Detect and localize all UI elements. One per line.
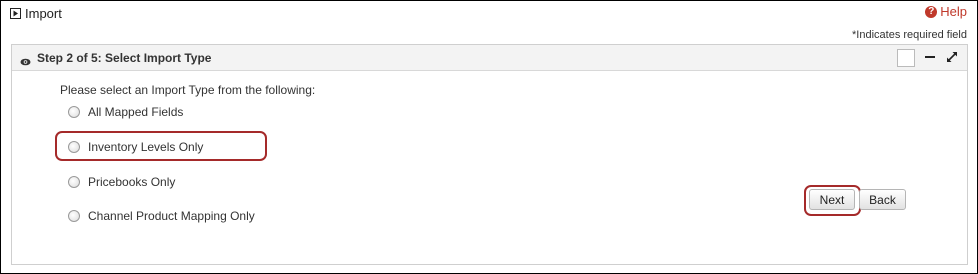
import-window: Import ? Help *Indicates required field … [0, 0, 978, 274]
option-label: Inventory Levels Only [88, 140, 204, 154]
radio-button[interactable] [68, 210, 80, 222]
required-field-note: *Indicates required field [852, 29, 967, 41]
option-channel-product-mapping-only[interactable]: Channel Product Mapping Only [68, 209, 255, 223]
question-circle-icon: ? [925, 5, 938, 18]
radio-button[interactable] [68, 141, 80, 153]
radio-button[interactable] [68, 106, 80, 118]
option-all-mapped-fields[interactable]: All Mapped Fields [68, 105, 183, 119]
next-button[interactable]: Next [809, 189, 855, 210]
panel-body: Please select an Import Type from the fo… [12, 71, 967, 264]
import-type-prompt: Please select an Import Type from the fo… [60, 83, 316, 97]
title-bar: Import ? Help [1, 1, 977, 27]
back-button[interactable]: Back [859, 189, 906, 210]
radio-button[interactable] [68, 176, 80, 188]
window-title: Import [25, 6, 62, 21]
option-label: Channel Product Mapping Only [88, 209, 255, 223]
option-inventory-levels-only[interactable]: Inventory Levels Only [68, 140, 203, 154]
option-label: Pricebooks Only [88, 175, 176, 189]
eye-icon[interactable] [20, 53, 31, 71]
option-label: All Mapped Fields [88, 105, 184, 119]
help-link[interactable]: ? Help [925, 4, 967, 19]
panel-option-box[interactable] [897, 49, 915, 67]
panel-header: Step 2 of 5: Select Import Type [12, 45, 967, 71]
option-pricebooks-only[interactable]: Pricebooks Only [68, 175, 175, 189]
help-label: Help [940, 4, 967, 19]
expand-arrows-icon[interactable] [943, 48, 961, 66]
step-panel: Step 2 of 5: Select Import Type Please s… [11, 44, 968, 265]
play-square-icon [10, 8, 21, 19]
minus-icon[interactable] [921, 48, 939, 66]
panel-title: Step 2 of 5: Select Import Type [37, 51, 212, 65]
